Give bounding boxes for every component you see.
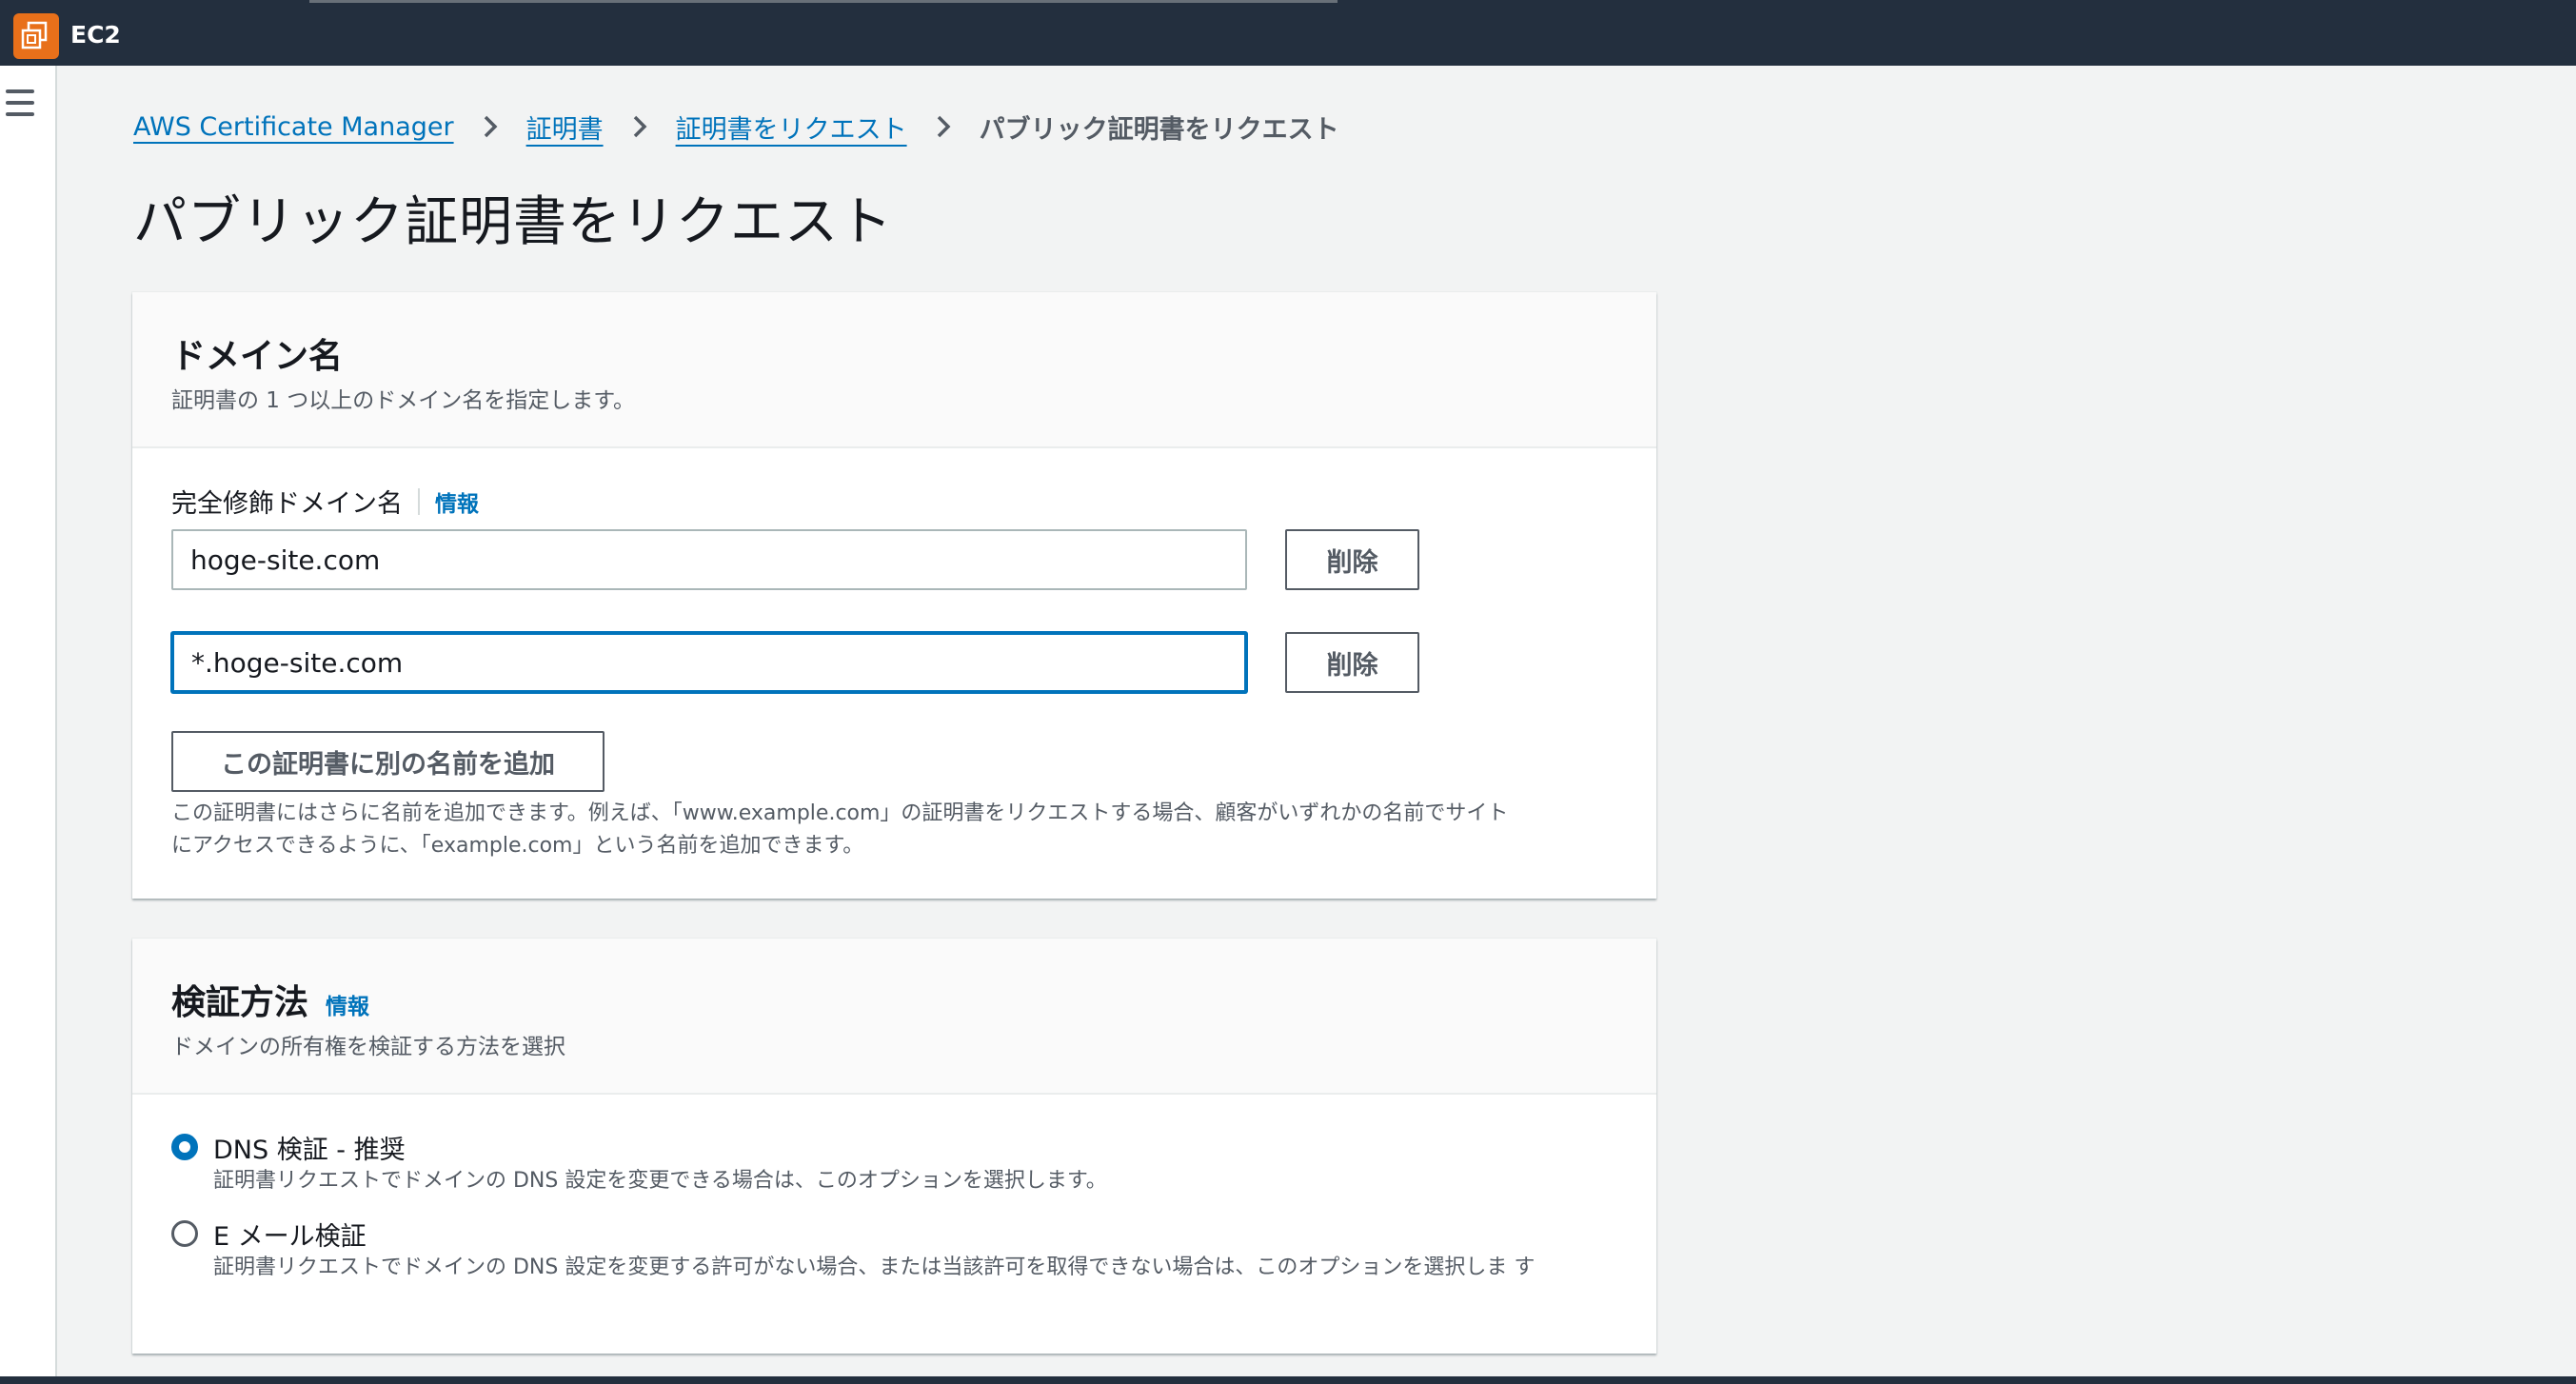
validation-panel-description: ドメインの所有権を検証する方法を選択: [171, 1035, 565, 1059]
dns-validation-description: 証明書リクエストでドメインの DNS 設定を変更できる場合は、このオプションを選…: [213, 1169, 1107, 1193]
top-navigation-bar: EC2: [0, 0, 2576, 66]
remove-domain-button-1[interactable]: 削除: [1285, 529, 1419, 590]
chevron-right-icon: [932, 115, 955, 138]
email-validation-label[interactable]: E メール検証: [213, 1216, 367, 1253]
domain-names-panel: ドメイン名 証明書の 1 つ以上のドメイン名を指定します。 完全修飾ドメイン名 …: [132, 292, 1656, 899]
dns-validation-radio[interactable]: [171, 1134, 198, 1160]
add-name-help-line-2: にアクセスできるように、「example.com」という名前を追加できます。: [171, 834, 864, 858]
bottom-bar: [0, 1376, 2576, 1384]
validation-title-row: 検証方法 情報: [171, 975, 369, 1024]
validation-info-link[interactable]: 情報: [326, 988, 369, 1020]
fqdn-label: 完全修飾ドメイン名: [171, 489, 403, 519]
breadcrumb: AWS Certificate Manager 証明書 証明書をリクエスト パブ…: [133, 107, 1339, 147]
add-another-name-button[interactable]: この証明書に別の名前を追加: [171, 731, 604, 792]
service-name[interactable]: EC2: [70, 21, 121, 49]
breadcrumb-current: パブリック証明書をリクエスト: [979, 114, 1339, 145]
email-validation-radio[interactable]: [171, 1220, 198, 1247]
fqdn-info-link[interactable]: 情報: [435, 485, 479, 518]
chevron-right-icon: [628, 115, 651, 138]
domain-panel-header: ドメイン名 証明書の 1 つ以上のドメイン名を指定します。: [132, 292, 1656, 448]
ec2-instances-icon[interactable]: [13, 13, 59, 59]
page-title: パブリック証明書をリクエスト: [133, 191, 893, 253]
breadcrumb-certificates[interactable]: 証明書: [526, 109, 604, 146]
hamburger-menu-icon[interactable]: [6, 89, 34, 116]
side-navigation-rail: [0, 66, 57, 1376]
fqdn-label-row: 完全修飾ドメイン名 情報: [171, 483, 479, 520]
domain-panel-description: 証明書の 1 つ以上のドメイン名を指定します。: [171, 388, 635, 413]
domain-panel-title: ドメイン名: [171, 337, 344, 376]
label-divider: [418, 487, 420, 515]
dns-validation-label[interactable]: DNS 検証 - 推奨: [213, 1129, 406, 1166]
email-validation-description: 証明書リクエストでドメインの DNS 設定を変更する許可がない場合、または当該許…: [213, 1255, 1536, 1279]
chevron-right-icon: [479, 115, 502, 138]
breadcrumb-acm[interactable]: AWS Certificate Manager: [133, 112, 454, 142]
remove-domain-button-2[interactable]: 削除: [1285, 632, 1419, 693]
add-name-help-line-1: この証明書にはさらに名前を追加できます。例えば、「www.example.com…: [171, 801, 1509, 825]
search-bar-edge: [309, 0, 1338, 3]
validation-panel-title: 検証方法: [171, 983, 309, 1022]
domain-name-input-2[interactable]: [171, 632, 1247, 693]
validation-method-panel: 検証方法 情報 ドメインの所有権を検証する方法を選択 DNS 検証 - 推奨 証…: [132, 939, 1656, 1354]
domain-name-input-1[interactable]: [171, 529, 1247, 590]
validation-panel-header: 検証方法 情報 ドメインの所有権を検証する方法を選択: [132, 939, 1656, 1095]
breadcrumb-request-certificate[interactable]: 証明書をリクエスト: [676, 109, 907, 146]
